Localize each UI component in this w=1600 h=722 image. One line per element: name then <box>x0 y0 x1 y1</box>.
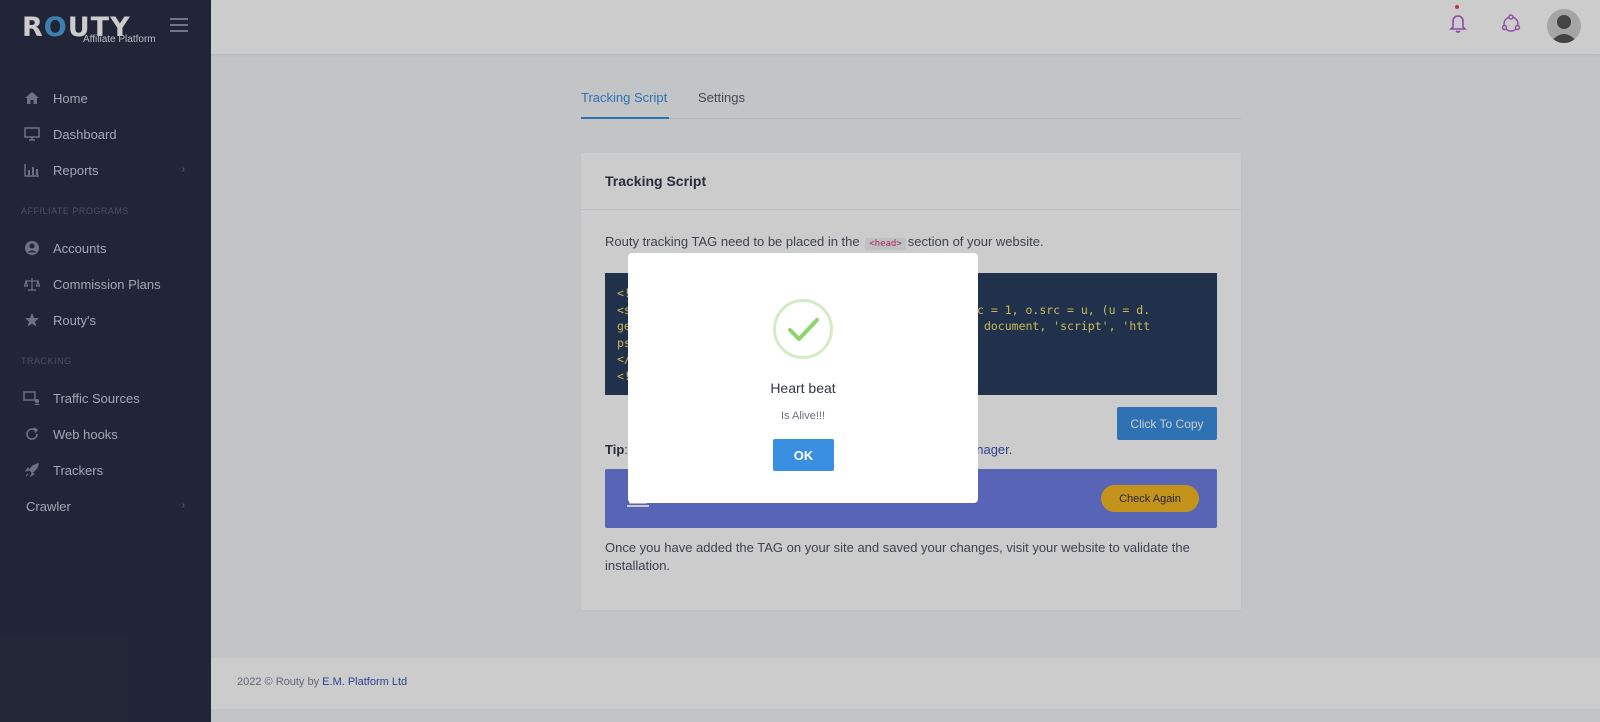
dialog-message: Is Alive!!! <box>780 410 826 422</box>
heartbeat-dialog: Heart beat Is Alive!!! OK <box>628 253 978 503</box>
dialog-title: Heart beat <box>770 380 836 396</box>
modal-backdrop[interactable]: Heart beat Is Alive!!! OK <box>0 0 1600 722</box>
ok-button[interactable]: OK <box>773 439 834 471</box>
success-check-icon <box>773 299 833 359</box>
